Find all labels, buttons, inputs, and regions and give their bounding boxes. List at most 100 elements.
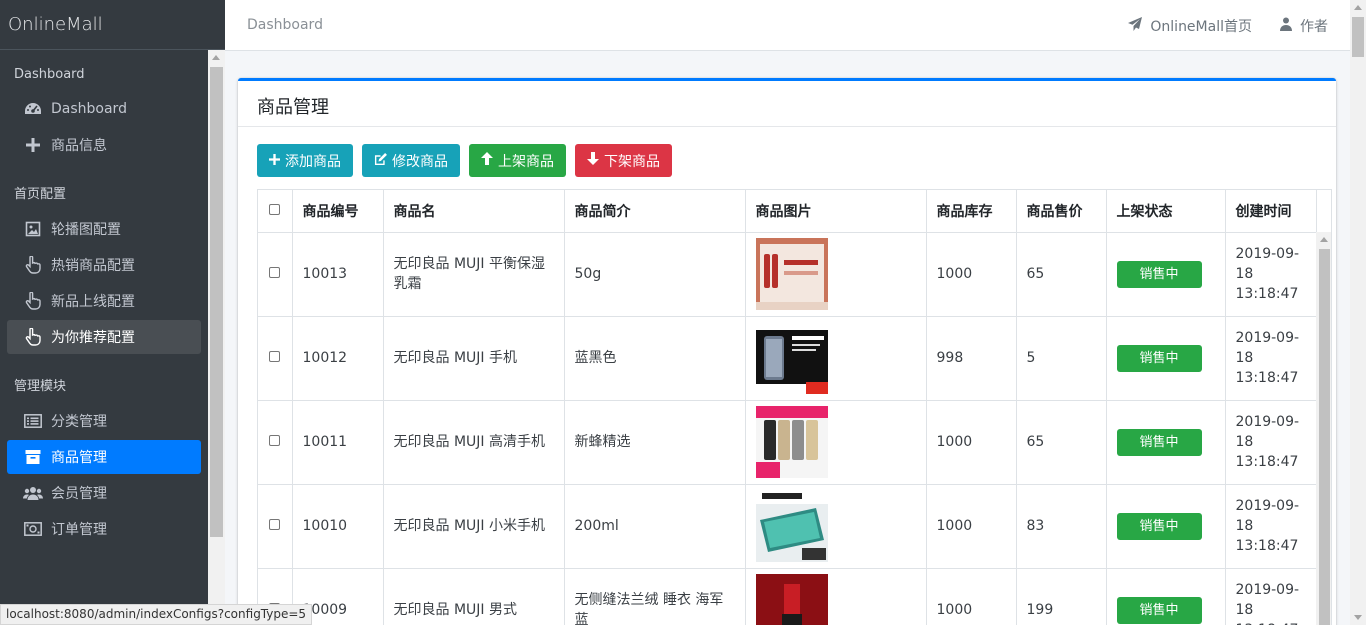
sidebar-item-goods-manage[interactable]: 商品管理: [7, 440, 201, 474]
select-all-cell: [258, 190, 293, 233]
scroll-up-arrow-icon[interactable]: [1320, 237, 1328, 242]
sidebar-item-dashboard[interactable]: Dashboard: [7, 92, 201, 126]
col-header[interactable]: 商品编号: [292, 190, 384, 233]
add-goods-label: 添加商品: [285, 153, 341, 170]
goods-image-cell: [745, 316, 927, 401]
home-link[interactable]: OnlineMall首页: [1128, 16, 1252, 36]
col-header[interactable]: 商品简介: [564, 190, 746, 233]
goods-intro: 无侧缝法兰绒 睡衣 海军蓝: [564, 568, 746, 625]
goods-image-cell: [745, 484, 927, 569]
list-icon: [23, 414, 43, 428]
top-navbar: Dashboard OnlineMall首页 作者: [225, 0, 1350, 51]
edit-goods-button[interactable]: 修改商品: [362, 144, 460, 177]
sidebar-item-members[interactable]: 会员管理: [7, 476, 201, 510]
goods-status-cell: 销售中: [1106, 316, 1226, 401]
sidebar-scrollbar[interactable]: [208, 50, 225, 625]
goods-price: 65: [1016, 400, 1107, 485]
col-header[interactable]: 商品图片: [745, 190, 927, 233]
table-row[interactable]: 10012 无印良品 MUJI 手机 蓝黑色 998 5 销售中 2019-09…: [258, 316, 1317, 401]
goods-status-cell: 销售中: [1106, 484, 1226, 569]
card-title: 商品管理: [238, 81, 1336, 127]
hand-pointer-icon: [23, 256, 43, 274]
arrow-down-icon: [587, 152, 599, 169]
brand-logo[interactable]: OnlineMall: [0, 0, 225, 50]
sidebar-item-hot-goods-config[interactable]: 热销商品配置: [7, 248, 201, 282]
page-scrollbar[interactable]: [1350, 0, 1366, 625]
scrollbar-thumb[interactable]: [1319, 249, 1330, 625]
col-header[interactable]: 商品名: [383, 190, 565, 233]
goods-stock: 1000: [926, 232, 1017, 317]
add-goods-button[interactable]: 添加商品: [257, 144, 353, 177]
sidebar-item-label: 商品管理: [51, 450, 107, 466]
table-row[interactable]: 10010 无印良品 MUJI 小米手机 200ml 1000 83 销售中 2…: [258, 484, 1317, 569]
sidebar-item-goods-info[interactable]: 商品信息: [7, 128, 201, 162]
scrollbar-thumb[interactable]: [1352, 17, 1364, 57]
sidebar-item-label: 为你推荐配置: [51, 330, 135, 346]
sidebar-item-category[interactable]: 分类管理: [7, 404, 201, 438]
hand-pointer-icon: [23, 292, 43, 310]
table-row[interactable]: 10011 无印良品 MUJI 高清手机 新蜂精选 1000 65 销售中 20…: [258, 400, 1317, 485]
goods-price: 65: [1016, 232, 1107, 317]
scrollbar-thumb[interactable]: [210, 67, 223, 537]
plus-icon: [269, 153, 280, 169]
sidebar-item-label: 新品上线配置: [51, 294, 135, 310]
hand-pointer-icon: [23, 328, 43, 346]
paper-plane-icon: [1128, 17, 1143, 35]
col-header[interactable]: 商品售价: [1016, 190, 1107, 233]
goods-created: 2019-09-18 13:18:47: [1225, 316, 1317, 401]
goods-name: 无印良品 MUJI 男式: [383, 568, 565, 625]
goods-intro: 50g: [564, 232, 746, 317]
home-link-label: OnlineMall首页: [1150, 19, 1252, 35]
breadcrumb[interactable]: Dashboard: [247, 17, 323, 33]
goods-created: 2019-09-18 13:18:47: [1225, 484, 1317, 569]
sidebar-item-orders[interactable]: 订单管理: [7, 512, 201, 546]
goods-status-cell: 销售中: [1106, 400, 1226, 485]
row-checkbox[interactable]: [269, 351, 281, 362]
row-select-cell: [258, 232, 293, 317]
col-header[interactable]: 创建时间: [1225, 190, 1317, 233]
sidebar-nav: Dashboard Dashboard 商品信息 首页配置 轮播图配置 热销商品…: [0, 50, 208, 548]
goods-id: 10013: [292, 232, 384, 317]
goods-name: 无印良品 MUJI 小米手机: [383, 484, 565, 569]
sidebar-item-label: 分类管理: [51, 414, 107, 430]
goods-name: 无印良品 MUJI 平衡保湿乳霜: [383, 232, 565, 317]
row-select-cell: [258, 400, 293, 485]
table-row[interactable]: 10013 无印良品 MUJI 平衡保湿乳霜 50g 1000 65 销售中 2…: [258, 232, 1317, 317]
delist-goods-button[interactable]: 下架商品: [575, 144, 672, 177]
goods-stock: 998: [926, 316, 1017, 401]
table-row[interactable]: 10009 无印良品 MUJI 男式 无侧缝法兰绒 睡衣 海军蓝 1000 19…: [258, 568, 1317, 625]
goods-price: 83: [1016, 484, 1107, 569]
row-checkbox[interactable]: [269, 267, 281, 278]
sidebar-item-label: Dashboard: [51, 101, 127, 117]
goods-id: 10012: [292, 316, 384, 401]
row-checkbox[interactable]: [269, 519, 281, 530]
table-header-row: 商品编号 商品名 商品简介 商品图片 商品库存 商品售价 上架状态 创建时间: [258, 190, 1317, 233]
goods-status-cell: 销售中: [1106, 568, 1226, 625]
money-icon: [23, 522, 43, 536]
row-checkbox[interactable]: [269, 435, 281, 446]
select-all-checkbox[interactable]: [269, 203, 281, 215]
sidebar-item-label: 会员管理: [51, 486, 107, 502]
goods-image-muji-cream: [755, 238, 828, 310]
scroll-up-arrow-icon[interactable]: [1354, 5, 1362, 10]
list-goods-button[interactable]: 上架商品: [469, 144, 566, 177]
archive-icon: [23, 449, 43, 465]
col-header[interactable]: 上架状态: [1106, 190, 1226, 233]
sidebar-item-recommend-config[interactable]: 为你推荐配置: [7, 320, 201, 354]
sidebar-item-new-goods-config[interactable]: 新品上线配置: [7, 284, 201, 318]
scroll-down-arrow-icon[interactable]: [1354, 615, 1362, 620]
scroll-up-arrow-icon[interactable]: [212, 55, 220, 60]
table-scrollbar[interactable]: [1316, 232, 1331, 625]
col-header[interactable]: 商品库存: [926, 190, 1017, 233]
edit-goods-label: 修改商品: [392, 153, 448, 170]
status-badge: 销售中: [1116, 344, 1202, 372]
author-link[interactable]: 作者: [1280, 16, 1328, 36]
status-badge: 销售中: [1116, 596, 1202, 624]
sidebar-item-carousel-config[interactable]: 轮播图配置: [7, 212, 201, 246]
goods-intro: 新蜂精选: [564, 400, 746, 485]
row-select-cell: [258, 316, 293, 401]
goods-table-wrapper: 商品编号 商品名 商品简介 商品图片 商品库存 商品售价 上架状态 创建时间 1…: [257, 189, 1332, 625]
sidebar-item-label: 轮播图配置: [51, 222, 121, 238]
browser-status-bar: localhost:8080/admin/indexConfigs?config…: [0, 604, 313, 625]
status-badge: 销售中: [1116, 260, 1202, 288]
